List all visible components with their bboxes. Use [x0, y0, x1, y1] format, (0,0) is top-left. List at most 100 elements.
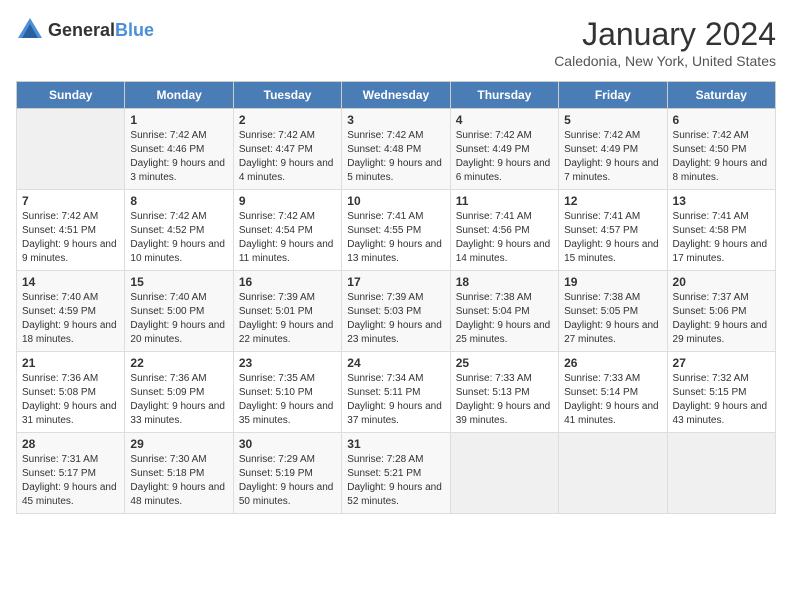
- day-number: 25: [456, 356, 553, 370]
- day-header-friday: Friday: [559, 82, 667, 109]
- calendar-table: SundayMondayTuesdayWednesdayThursdayFrid…: [16, 81, 776, 514]
- calendar-cell: 6 Sunrise: 7:42 AMSunset: 4:50 PMDayligh…: [667, 109, 775, 190]
- logo-blue: Blue: [115, 20, 154, 40]
- day-number: 31: [347, 437, 444, 451]
- calendar-cell: 17 Sunrise: 7:39 AMSunset: 5:03 PMDaylig…: [342, 271, 450, 352]
- calendar-cell: 24 Sunrise: 7:34 AMSunset: 5:11 PMDaylig…: [342, 352, 450, 433]
- day-number: 19: [564, 275, 661, 289]
- day-info: Sunrise: 7:41 AMSunset: 4:55 PMDaylight:…: [347, 210, 444, 266]
- calendar-cell: 25 Sunrise: 7:33 AMSunset: 5:13 PMDaylig…: [450, 352, 558, 433]
- day-number: 18: [456, 275, 553, 289]
- day-number: 30: [239, 437, 336, 451]
- day-number: 28: [22, 437, 119, 451]
- day-info: Sunrise: 7:40 AMSunset: 4:59 PMDaylight:…: [22, 291, 119, 347]
- day-number: 10: [347, 194, 444, 208]
- day-info: Sunrise: 7:42 AMSunset: 4:51 PMDaylight:…: [22, 210, 119, 266]
- day-number: 12: [564, 194, 661, 208]
- day-header-sunday: Sunday: [17, 82, 125, 109]
- day-info: Sunrise: 7:37 AMSunset: 5:06 PMDaylight:…: [673, 291, 770, 347]
- day-number: 8: [130, 194, 227, 208]
- calendar-cell: 21 Sunrise: 7:36 AMSunset: 5:08 PMDaylig…: [17, 352, 125, 433]
- calendar-cell: 11 Sunrise: 7:41 AMSunset: 4:56 PMDaylig…: [450, 190, 558, 271]
- calendar-cell: 8 Sunrise: 7:42 AMSunset: 4:52 PMDayligh…: [125, 190, 233, 271]
- day-number: 16: [239, 275, 336, 289]
- day-info: Sunrise: 7:38 AMSunset: 5:04 PMDaylight:…: [456, 291, 553, 347]
- day-info: Sunrise: 7:34 AMSunset: 5:11 PMDaylight:…: [347, 372, 444, 428]
- calendar-cell: 15 Sunrise: 7:40 AMSunset: 5:00 PMDaylig…: [125, 271, 233, 352]
- calendar-cell: 18 Sunrise: 7:38 AMSunset: 5:04 PMDaylig…: [450, 271, 558, 352]
- calendar-week-row: 21 Sunrise: 7:36 AMSunset: 5:08 PMDaylig…: [17, 352, 776, 433]
- day-number: 7: [22, 194, 119, 208]
- day-number: 22: [130, 356, 227, 370]
- day-number: 3: [347, 113, 444, 127]
- day-info: Sunrise: 7:41 AMSunset: 4:57 PMDaylight:…: [564, 210, 661, 266]
- calendar-cell: 3 Sunrise: 7:42 AMSunset: 4:48 PMDayligh…: [342, 109, 450, 190]
- day-number: 15: [130, 275, 227, 289]
- calendar-week-row: 7 Sunrise: 7:42 AMSunset: 4:51 PMDayligh…: [17, 190, 776, 271]
- calendar-cell: [559, 433, 667, 514]
- day-info: Sunrise: 7:39 AMSunset: 5:01 PMDaylight:…: [239, 291, 336, 347]
- month-title: January 2024: [554, 16, 776, 53]
- logo-general: General: [48, 20, 115, 40]
- logo: GeneralBlue: [16, 16, 154, 44]
- calendar-cell: 9 Sunrise: 7:42 AMSunset: 4:54 PMDayligh…: [233, 190, 341, 271]
- day-number: 23: [239, 356, 336, 370]
- day-info: Sunrise: 7:32 AMSunset: 5:15 PMDaylight:…: [673, 372, 770, 428]
- calendar-cell: 31 Sunrise: 7:28 AMSunset: 5:21 PMDaylig…: [342, 433, 450, 514]
- day-header-tuesday: Tuesday: [233, 82, 341, 109]
- calendar-cell: 19 Sunrise: 7:38 AMSunset: 5:05 PMDaylig…: [559, 271, 667, 352]
- calendar-cell: 5 Sunrise: 7:42 AMSunset: 4:49 PMDayligh…: [559, 109, 667, 190]
- day-info: Sunrise: 7:42 AMSunset: 4:49 PMDaylight:…: [564, 129, 661, 185]
- day-info: Sunrise: 7:36 AMSunset: 5:09 PMDaylight:…: [130, 372, 227, 428]
- header: GeneralBlue January 2024 Caledonia, New …: [16, 16, 776, 69]
- calendar-week-row: 1 Sunrise: 7:42 AMSunset: 4:46 PMDayligh…: [17, 109, 776, 190]
- day-header-saturday: Saturday: [667, 82, 775, 109]
- day-info: Sunrise: 7:42 AMSunset: 4:49 PMDaylight:…: [456, 129, 553, 185]
- day-number: 4: [456, 113, 553, 127]
- calendar-cell: [17, 109, 125, 190]
- calendar-cell: 16 Sunrise: 7:39 AMSunset: 5:01 PMDaylig…: [233, 271, 341, 352]
- calendar-cell: 13 Sunrise: 7:41 AMSunset: 4:58 PMDaylig…: [667, 190, 775, 271]
- day-info: Sunrise: 7:42 AMSunset: 4:48 PMDaylight:…: [347, 129, 444, 185]
- day-number: 27: [673, 356, 770, 370]
- calendar-cell: 14 Sunrise: 7:40 AMSunset: 4:59 PMDaylig…: [17, 271, 125, 352]
- day-info: Sunrise: 7:42 AMSunset: 4:47 PMDaylight:…: [239, 129, 336, 185]
- day-info: Sunrise: 7:40 AMSunset: 5:00 PMDaylight:…: [130, 291, 227, 347]
- calendar-cell: 27 Sunrise: 7:32 AMSunset: 5:15 PMDaylig…: [667, 352, 775, 433]
- day-info: Sunrise: 7:42 AMSunset: 4:46 PMDaylight:…: [130, 129, 227, 185]
- calendar-header-row: SundayMondayTuesdayWednesdayThursdayFrid…: [17, 82, 776, 109]
- day-number: 21: [22, 356, 119, 370]
- day-number: 26: [564, 356, 661, 370]
- day-number: 6: [673, 113, 770, 127]
- day-number: 5: [564, 113, 661, 127]
- day-info: Sunrise: 7:42 AMSunset: 4:50 PMDaylight:…: [673, 129, 770, 185]
- day-info: Sunrise: 7:42 AMSunset: 4:54 PMDaylight:…: [239, 210, 336, 266]
- calendar-cell: 29 Sunrise: 7:30 AMSunset: 5:18 PMDaylig…: [125, 433, 233, 514]
- calendar-cell: 23 Sunrise: 7:35 AMSunset: 5:10 PMDaylig…: [233, 352, 341, 433]
- day-info: Sunrise: 7:30 AMSunset: 5:18 PMDaylight:…: [130, 453, 227, 509]
- day-number: 9: [239, 194, 336, 208]
- calendar-week-row: 14 Sunrise: 7:40 AMSunset: 4:59 PMDaylig…: [17, 271, 776, 352]
- day-info: Sunrise: 7:39 AMSunset: 5:03 PMDaylight:…: [347, 291, 444, 347]
- day-info: Sunrise: 7:41 AMSunset: 4:56 PMDaylight:…: [456, 210, 553, 266]
- calendar-cell: 20 Sunrise: 7:37 AMSunset: 5:06 PMDaylig…: [667, 271, 775, 352]
- calendar-cell: 28 Sunrise: 7:31 AMSunset: 5:17 PMDaylig…: [17, 433, 125, 514]
- day-info: Sunrise: 7:41 AMSunset: 4:58 PMDaylight:…: [673, 210, 770, 266]
- day-header-monday: Monday: [125, 82, 233, 109]
- calendar-cell: 26 Sunrise: 7:33 AMSunset: 5:14 PMDaylig…: [559, 352, 667, 433]
- calendar-week-row: 28 Sunrise: 7:31 AMSunset: 5:17 PMDaylig…: [17, 433, 776, 514]
- location-subtitle: Caledonia, New York, United States: [554, 53, 776, 69]
- day-info: Sunrise: 7:38 AMSunset: 5:05 PMDaylight:…: [564, 291, 661, 347]
- calendar-cell: 7 Sunrise: 7:42 AMSunset: 4:51 PMDayligh…: [17, 190, 125, 271]
- calendar-cell: [667, 433, 775, 514]
- calendar-cell: [450, 433, 558, 514]
- day-info: Sunrise: 7:33 AMSunset: 5:13 PMDaylight:…: [456, 372, 553, 428]
- title-area: January 2024 Caledonia, New York, United…: [554, 16, 776, 69]
- day-number: 1: [130, 113, 227, 127]
- calendar-cell: 1 Sunrise: 7:42 AMSunset: 4:46 PMDayligh…: [125, 109, 233, 190]
- calendar-cell: 10 Sunrise: 7:41 AMSunset: 4:55 PMDaylig…: [342, 190, 450, 271]
- day-header-thursday: Thursday: [450, 82, 558, 109]
- day-number: 20: [673, 275, 770, 289]
- day-number: 14: [22, 275, 119, 289]
- day-info: Sunrise: 7:29 AMSunset: 5:19 PMDaylight:…: [239, 453, 336, 509]
